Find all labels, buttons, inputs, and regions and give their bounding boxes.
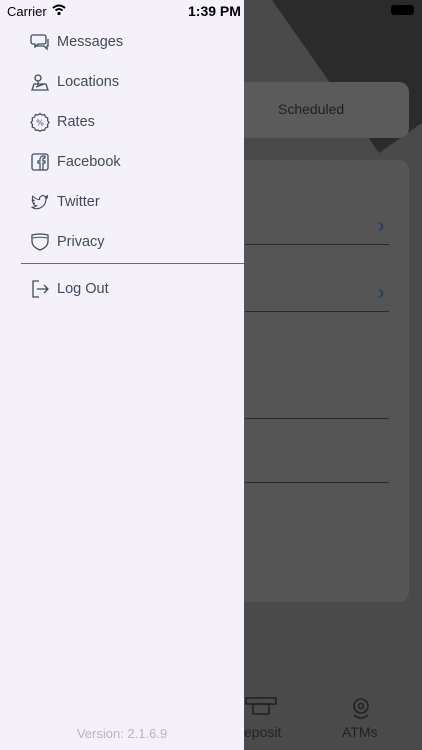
- menu-label-privacy: Privacy: [57, 234, 105, 250]
- messages-icon: [30, 34, 49, 51]
- menu-divider: [21, 263, 244, 264]
- logout-icon: [32, 280, 49, 298]
- menu-label-messages: Messages: [57, 34, 124, 50]
- menu-label-twitter: Twitter: [57, 194, 100, 210]
- menu-label-rates: Rates: [57, 114, 95, 130]
- facebook-icon: [31, 153, 49, 171]
- menu-item-rates[interactable]: % Rates: [0, 102, 244, 142]
- nav-atms-label[interactable]: ATMs: [342, 724, 378, 740]
- menu-label-locations: Locations: [57, 74, 120, 90]
- menu-label-facebook: Facebook: [57, 154, 121, 170]
- status-bar: Carrier 1:39 PM: [0, 0, 422, 22]
- row-divider: [245, 244, 389, 245]
- privacy-icon: [31, 233, 49, 251]
- row-divider: [245, 311, 389, 312]
- battery-icon: [391, 5, 414, 15]
- row-divider: [245, 418, 389, 419]
- tab-scheduled[interactable]: Scheduled: [278, 101, 344, 117]
- row-divider: [245, 482, 389, 483]
- logout-button[interactable]: Log Out: [0, 269, 244, 309]
- menu-item-twitter[interactable]: Twitter: [0, 182, 244, 222]
- rates-icon: %: [30, 112, 50, 132]
- clock: 1:39 PM: [188, 3, 241, 19]
- menu-item-messages[interactable]: Messages: [0, 22, 244, 62]
- menu-item-facebook[interactable]: Facebook: [0, 142, 244, 182]
- menu-item-privacy[interactable]: Privacy: [0, 222, 244, 262]
- logout-section: Log Out: [0, 269, 244, 309]
- twitter-icon: [31, 194, 49, 210]
- app-version: Version: 2.1.6.9: [76, 726, 168, 741]
- chevron-right-icon[interactable]: ›: [378, 215, 385, 238]
- locations-icon: [31, 74, 49, 91]
- atm-locator-icon[interactable]: [349, 696, 373, 720]
- logout-label: Log Out: [57, 281, 109, 297]
- nav-deposit-label[interactable]: eposit: [244, 724, 281, 740]
- menu-item-locations[interactable]: Locations: [0, 62, 244, 102]
- side-drawer: Messages Locations % Rates Facebook Twit…: [0, 0, 244, 750]
- chevron-right-icon[interactable]: ›: [378, 282, 385, 305]
- svg-text:%: %: [36, 119, 44, 128]
- wifi-icon: [52, 4, 66, 16]
- carrier-label: Carrier: [7, 4, 47, 19]
- drawer-menu: Messages Locations % Rates Facebook Twit…: [0, 22, 244, 262]
- deposit-icon[interactable]: [244, 696, 278, 718]
